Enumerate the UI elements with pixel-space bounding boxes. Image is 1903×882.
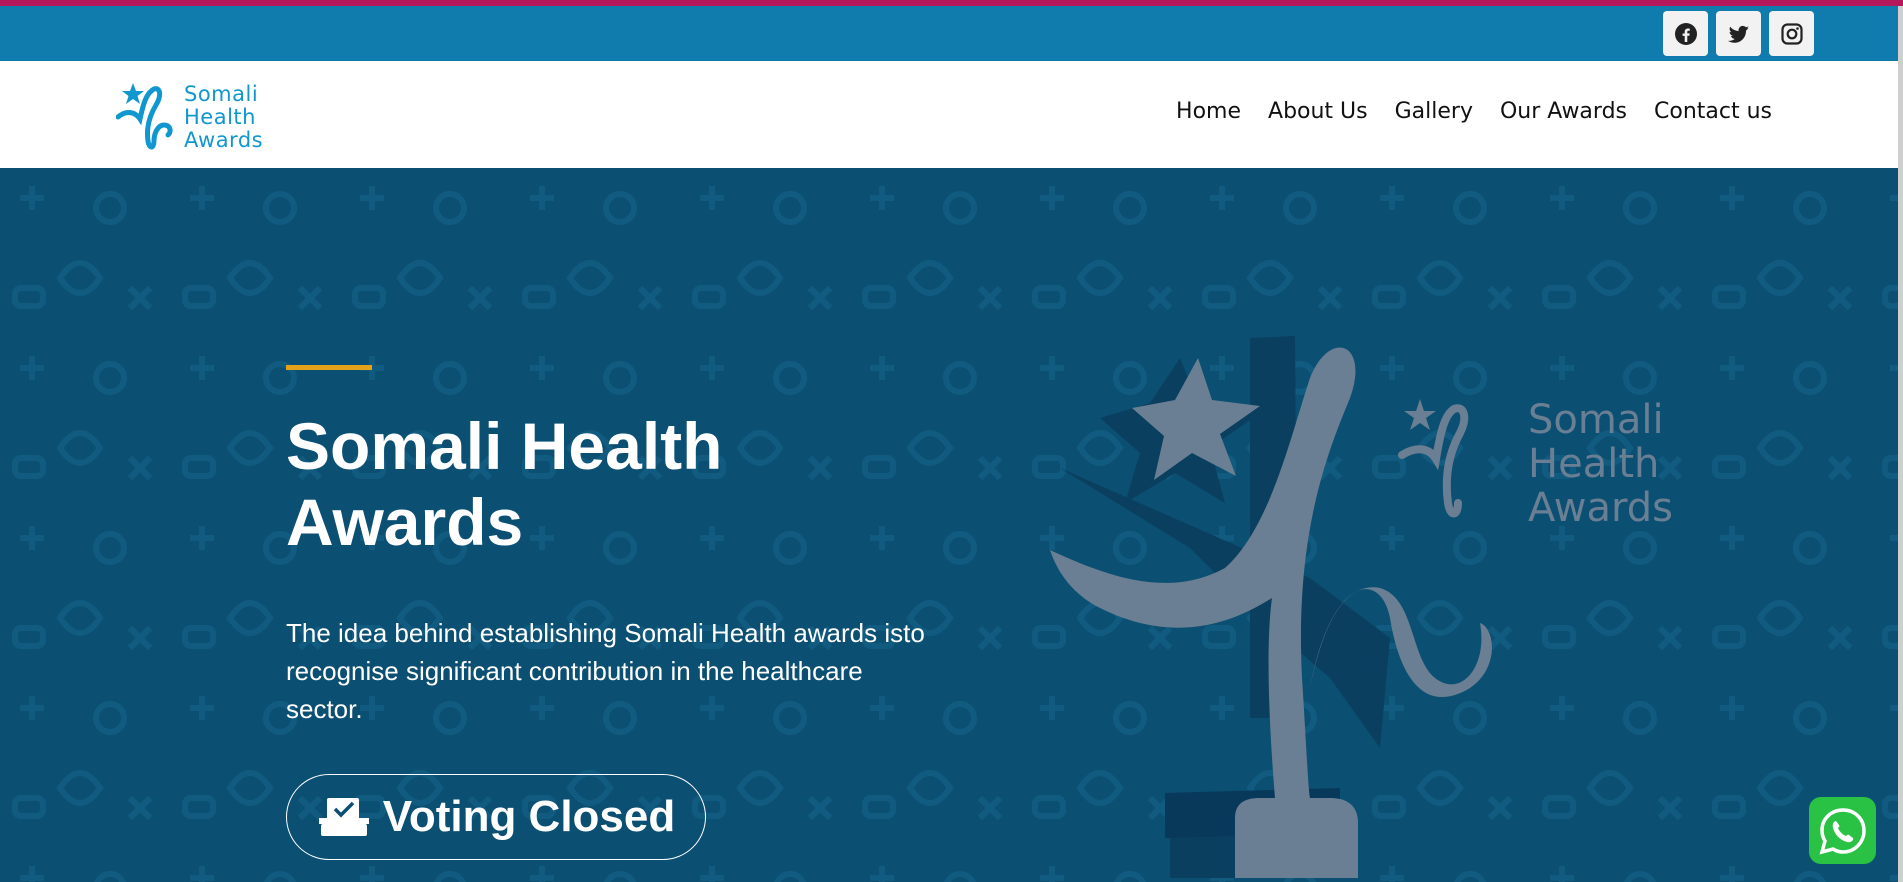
twitter-link[interactable] <box>1716 11 1761 56</box>
hero-section: Somali Health Awards The idea behind est… <box>0 168 1898 882</box>
voting-closed-button[interactable]: Voting Closed <box>286 774 706 860</box>
whatsapp-chat-button[interactable] <box>1809 797 1876 864</box>
facebook-icon <box>1674 22 1697 45</box>
nav-contact-us[interactable]: Contact us <box>1654 99 1772 124</box>
hero-description: The idea behind establishing Somali Heal… <box>286 618 925 724</box>
nav-about-us[interactable]: About Us <box>1268 99 1368 124</box>
whatsapp-icon <box>1819 807 1866 854</box>
logo-figure-icon <box>116 83 173 150</box>
logo-wordmark: Somali Health Awards <box>184 83 263 152</box>
logo-line-2: Health <box>184 105 256 129</box>
nav-our-awards[interactable]: Our Awards <box>1500 99 1627 124</box>
hero-title: Somali Health Awards <box>286 409 723 559</box>
hero-brand-line-3: Awards <box>1528 485 1673 531</box>
voting-button-label: Voting Closed <box>382 792 676 841</box>
nav-home[interactable]: Home <box>1176 99 1241 124</box>
hero-brand-line-2: Health <box>1528 441 1660 487</box>
social-topbar <box>0 6 1903 61</box>
facebook-link[interactable] <box>1663 11 1708 56</box>
logo-line-3: Awards <box>184 128 264 152</box>
nav-gallery[interactable]: Gallery <box>1395 99 1473 124</box>
title-accent-line <box>286 365 372 370</box>
page-scrollbar[interactable] <box>1898 6 1903 882</box>
logo-line-1: Somali <box>184 82 259 106</box>
instagram-link[interactable] <box>1769 11 1814 56</box>
ballot-box-icon <box>318 798 369 836</box>
main-navbar: Somali Health Awards Home About Us Galle… <box>0 61 1898 168</box>
hero-brand-wordmark: Somali Health Awards <box>1528 398 1673 530</box>
brand-figure-icon <box>1398 399 1469 518</box>
primary-nav: Home About Us Gallery Our Awards Contact… <box>1176 99 1772 124</box>
hero-brand-line-1: Somali <box>1528 397 1664 443</box>
instagram-icon <box>1780 22 1803 45</box>
site-logo[interactable]: Somali Health Awards <box>116 79 286 152</box>
twitter-icon <box>1727 25 1749 43</box>
